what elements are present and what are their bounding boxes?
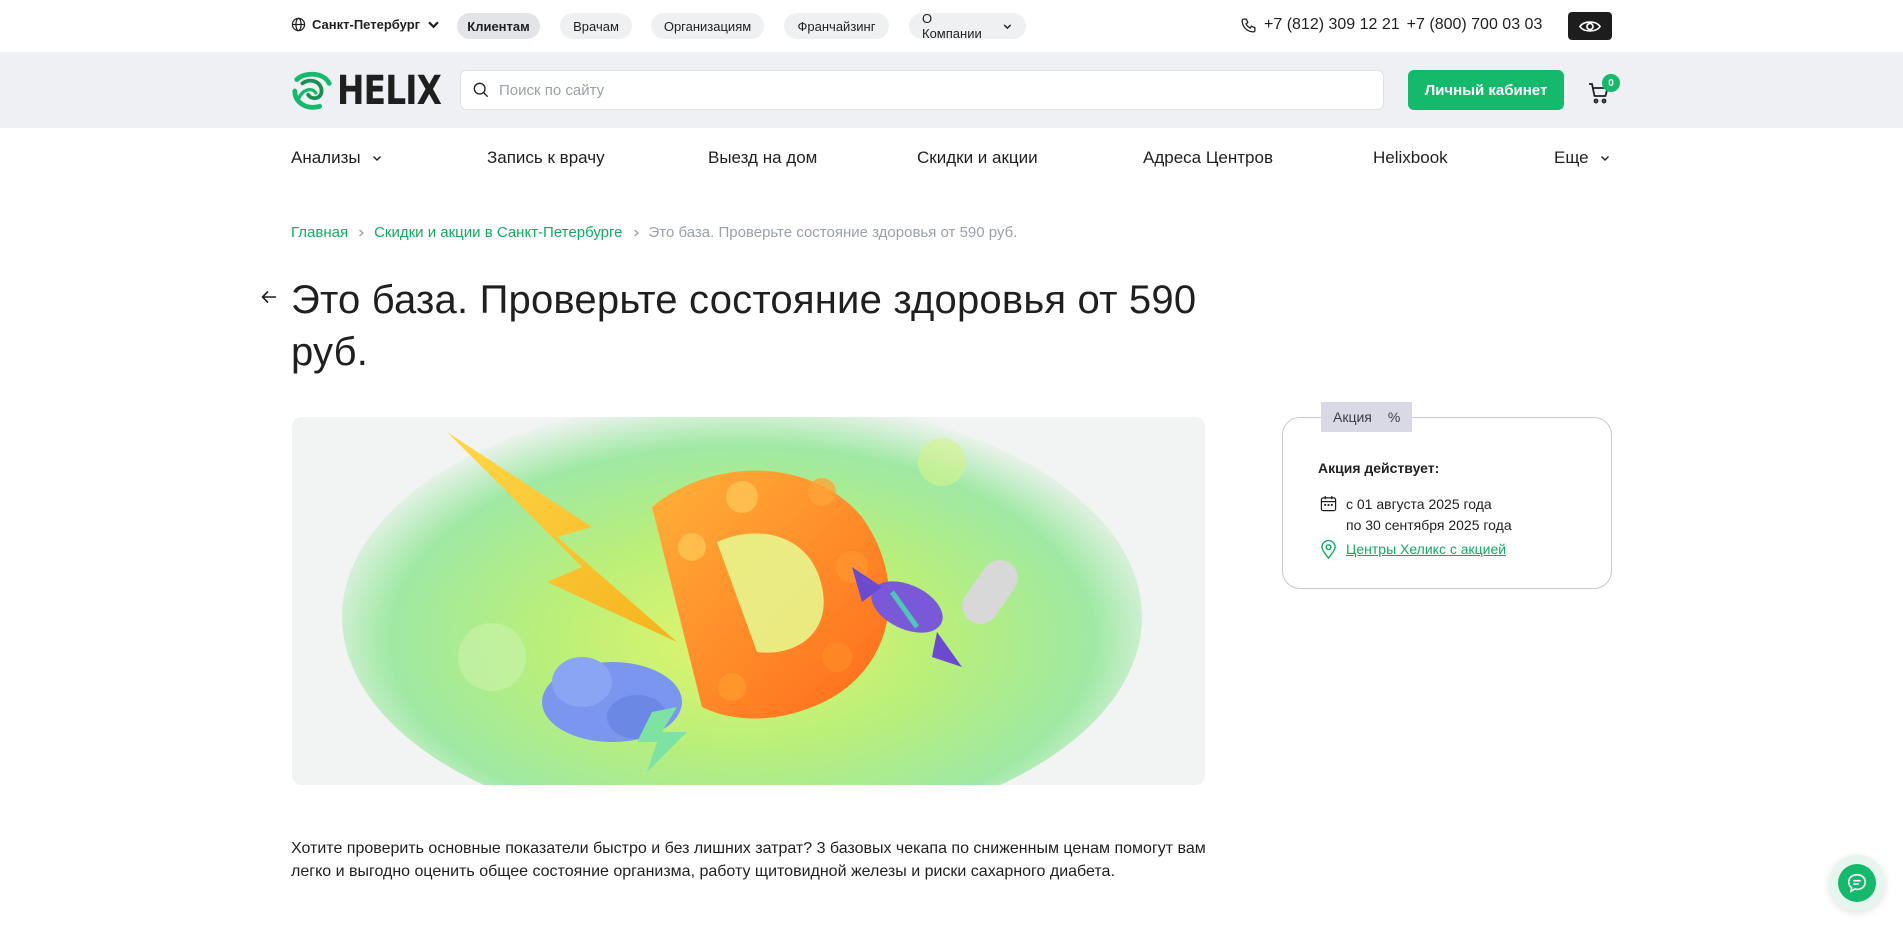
chat-icon [1847,873,1867,893]
nav-discounts[interactable]: Скидки и акции [917,148,1038,168]
search-input[interactable] [499,81,1359,99]
promo-tag-label: Акция [1333,409,1372,425]
tab-organizations[interactable]: Организациям [651,13,764,39]
promo-dates: с 01 августа 2025 года по 30 сентября 20… [1346,494,1512,536]
chevron-right-icon [633,229,639,236]
promo-heading: Акция действует: [1318,460,1440,476]
phone-spb[interactable]: +7 (812) 309 12 21 [1264,16,1400,34]
promo-description: Хотите проверить основные показатели быс… [291,840,1206,880]
city-selector[interactable]: Санкт-Петербург [291,17,441,32]
tab-label: Клиентам [467,18,530,34]
nav-doctor-appointment[interactable]: Запись к врачу [487,148,605,168]
percent-icon: % [1387,409,1401,425]
back-arrow-icon[interactable] [260,288,278,306]
nav-label: Адреса Центров [1143,148,1273,167]
search-icon [473,82,489,98]
main-navigation: Анализы Запись к врачу Выезд на дом Скид… [291,148,1613,172]
cart-count-badge: 0 [1602,74,1620,92]
banner-illustration [292,417,1205,785]
tab-label: О Компании [922,11,982,41]
eye-icon [1579,20,1601,32]
nav-label: Скидки и акции [917,148,1038,167]
nav-more[interactable]: Еще [1554,148,1611,168]
promo-date-to: по 30 сентября 2025 года [1346,517,1512,533]
promo-tag: Акция % [1321,402,1413,432]
promo-banner-image [292,417,1205,785]
chevron-down-icon [1600,156,1609,161]
page-title: Это база. Проверьте состояние здоровья о… [291,278,1197,374]
site-header: HELIX Личный кабинет 0 [0,52,1903,128]
tab-label: Франчайзинг [797,18,876,34]
accessibility-button[interactable] [1568,12,1612,40]
promo-centers-link[interactable]: Центры Хеликс с акцией [1346,541,1506,557]
phone-icon [1241,17,1256,33]
nav-home-visit[interactable]: Выезд на дом [708,148,817,168]
chat-button-inner [1838,864,1876,902]
helix-logo[interactable]: HELIX [291,68,464,114]
phone-federal[interactable]: +7 (800) 700 03 03 [1407,16,1543,34]
chevron-down-icon [428,21,439,29]
breadcrumb-current: Это база. Проверьте состояние здоровья о… [648,224,1018,241]
tab-clients[interactable]: Клиентам [457,13,540,39]
tab-about-company[interactable]: О Компании [909,11,1026,41]
nav-helixbook[interactable]: Helixbook [1373,148,1448,168]
calendar-icon [1320,495,1337,512]
nav-label: Запись к врачу [487,148,605,167]
city-name: Санкт-Петербург [312,17,421,32]
tab-franchising[interactable]: Франчайзинг [784,13,889,39]
helix-logo-icon [292,71,332,110]
phone-contacts: +7 (812) 309 12 21 +7 (800) 700 03 03 [1240,16,1542,34]
tab-label: Организациям [663,18,752,34]
nav-center-addresses[interactable]: Адреса Центров [1143,148,1273,168]
breadcrumb: Главная Скидки и акции в Санкт-Петербург… [291,224,1017,241]
personal-account-button[interactable]: Личный кабинет [1408,70,1564,110]
chevron-down-icon [372,156,381,161]
chat-button[interactable] [1829,855,1885,911]
top-bar: Санкт-Петербург Клиентам Врачам Организа… [0,0,1903,52]
site-search [460,70,1384,110]
nav-label: Выезд на дом [708,148,818,167]
nav-label: Helixbook [1373,148,1448,167]
tab-label: Врачам [573,18,619,34]
promo-date-from: с 01 августа 2025 года [1346,496,1492,512]
chevron-down-icon [1003,23,1012,29]
logo-text: HELIX [337,68,442,114]
map-pin-icon [1321,540,1336,559]
globe-icon [291,17,306,32]
nav-analyses[interactable]: Анализы [291,148,383,168]
chevron-right-icon [359,229,365,236]
breadcrumb-home[interactable]: Главная [291,224,348,241]
tab-doctors[interactable]: Врачам [560,13,632,39]
breadcrumb-section[interactable]: Скидки и акции в Санкт-Петербурге [374,224,622,241]
nav-label: Еще [1554,148,1589,167]
nav-label: Анализы [291,148,361,167]
